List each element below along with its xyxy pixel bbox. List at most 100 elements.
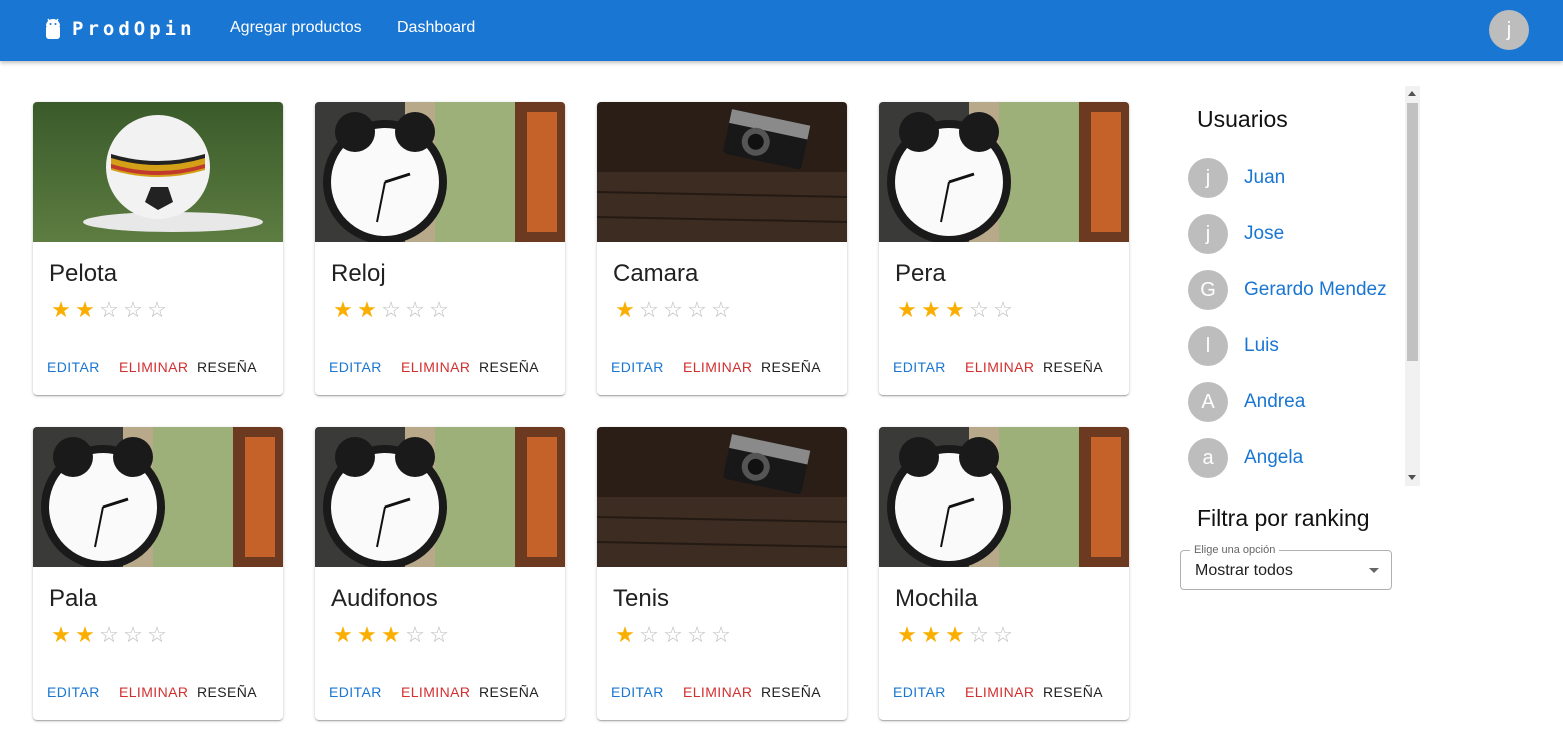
user-name-link[interactable]: Andrea <box>1244 391 1305 413</box>
edit-button[interactable]: EDITAR <box>329 684 401 700</box>
star-empty-icon[interactable]: ☆ <box>991 623 1015 647</box>
card-actions: EDITAR ELIMINAR RESEÑA <box>47 684 257 700</box>
ranking-select[interactable]: Elige una opción Mostrar todos <box>1180 544 1392 590</box>
edit-button[interactable]: EDITAR <box>611 359 683 375</box>
user-list-item[interactable]: A Andrea <box>1188 382 1305 422</box>
star-empty-icon[interactable]: ☆ <box>637 623 661 647</box>
user-avatar[interactable]: j <box>1489 10 1529 50</box>
review-button[interactable]: RESEÑA <box>761 359 821 375</box>
delete-button[interactable]: ELIMINAR <box>683 359 761 375</box>
scroll-up-icon[interactable] <box>1408 91 1416 96</box>
star-empty-icon[interactable]: ☆ <box>403 623 427 647</box>
edit-button[interactable]: EDITAR <box>611 684 683 700</box>
star-filled-icon[interactable]: ★ <box>895 623 919 647</box>
edit-button[interactable]: EDITAR <box>893 684 965 700</box>
star-filled-icon[interactable]: ★ <box>73 623 97 647</box>
star-empty-icon[interactable]: ☆ <box>967 623 991 647</box>
product-rating[interactable]: ★ ★ ☆ ☆ ☆ <box>331 298 451 322</box>
delete-button[interactable]: ELIMINAR <box>965 359 1043 375</box>
product-card: Pelota ★ ★ ☆ ☆ ☆ EDITAR ELIMINAR RESEÑA <box>33 102 283 395</box>
nav-add-products[interactable]: Agregar productos <box>230 19 362 37</box>
star-empty-icon[interactable]: ☆ <box>403 298 427 322</box>
review-button[interactable]: RESEÑA <box>1043 684 1103 700</box>
review-button[interactable]: RESEÑA <box>197 684 257 700</box>
brand[interactable]: ProdOpin <box>44 17 196 41</box>
star-filled-icon[interactable]: ★ <box>355 298 379 322</box>
user-name-link[interactable]: Gerardo Mendez <box>1244 279 1387 301</box>
star-filled-icon[interactable]: ★ <box>943 623 967 647</box>
product-rating[interactable]: ★ ☆ ☆ ☆ ☆ <box>613 298 733 322</box>
star-filled-icon[interactable]: ★ <box>613 623 637 647</box>
user-name-link[interactable]: Angela <box>1244 447 1303 469</box>
product-rating[interactable]: ★ ☆ ☆ ☆ ☆ <box>613 623 733 647</box>
product-rating[interactable]: ★ ★ ★ ☆ ☆ <box>895 623 1015 647</box>
camera-photo <box>597 102 847 242</box>
review-button[interactable]: RESEÑA <box>197 359 257 375</box>
edit-button[interactable]: EDITAR <box>329 359 401 375</box>
review-button[interactable]: RESEÑA <box>1043 359 1103 375</box>
star-empty-icon[interactable]: ☆ <box>661 623 685 647</box>
scroll-thumb[interactable] <box>1407 103 1418 361</box>
delete-button[interactable]: ELIMINAR <box>119 684 197 700</box>
user-name-link[interactable]: Luis <box>1244 335 1279 357</box>
scroll-down-icon[interactable] <box>1408 475 1416 480</box>
edit-button[interactable]: EDITAR <box>47 359 119 375</box>
star-empty-icon[interactable]: ☆ <box>121 298 145 322</box>
review-button[interactable]: RESEÑA <box>479 684 539 700</box>
delete-button[interactable]: ELIMINAR <box>965 684 1043 700</box>
product-rating[interactable]: ★ ★ ☆ ☆ ☆ <box>49 298 169 322</box>
product-rating[interactable]: ★ ★ ☆ ☆ ☆ <box>49 623 169 647</box>
star-filled-icon[interactable]: ★ <box>919 298 943 322</box>
star-empty-icon[interactable]: ☆ <box>427 298 451 322</box>
star-empty-icon[interactable]: ☆ <box>97 298 121 322</box>
star-empty-icon[interactable]: ☆ <box>427 623 451 647</box>
user-list-item[interactable]: j Juan <box>1188 158 1285 198</box>
star-empty-icon[interactable]: ☆ <box>661 298 685 322</box>
delete-button[interactable]: ELIMINAR <box>401 359 479 375</box>
star-empty-icon[interactable]: ☆ <box>967 298 991 322</box>
star-filled-icon[interactable]: ★ <box>895 298 919 322</box>
user-list-item[interactable]: l Luis <box>1188 326 1279 366</box>
product-card: Tenis ★ ☆ ☆ ☆ ☆ EDITAR ELIMINAR RESEÑA <box>597 427 847 720</box>
users-scrollbar[interactable] <box>1405 86 1420 486</box>
edit-button[interactable]: EDITAR <box>47 684 119 700</box>
star-empty-icon[interactable]: ☆ <box>637 298 661 322</box>
star-filled-icon[interactable]: ★ <box>943 298 967 322</box>
star-empty-icon[interactable]: ☆ <box>145 623 169 647</box>
star-filled-icon[interactable]: ★ <box>331 623 355 647</box>
star-filled-icon[interactable]: ★ <box>49 623 73 647</box>
product-title: Pala <box>49 585 98 612</box>
user-list-item[interactable]: a Angela <box>1188 438 1303 478</box>
delete-button[interactable]: ELIMINAR <box>119 359 197 375</box>
review-button[interactable]: RESEÑA <box>479 359 539 375</box>
star-empty-icon[interactable]: ☆ <box>145 298 169 322</box>
star-empty-icon[interactable]: ☆ <box>97 623 121 647</box>
product-title: Pelota <box>49 260 118 287</box>
star-filled-icon[interactable]: ★ <box>331 298 355 322</box>
star-empty-icon[interactable]: ☆ <box>709 623 733 647</box>
star-filled-icon[interactable]: ★ <box>73 298 97 322</box>
delete-button[interactable]: ELIMINAR <box>683 684 761 700</box>
review-button[interactable]: RESEÑA <box>761 684 821 700</box>
delete-button[interactable]: ELIMINAR <box>401 684 479 700</box>
star-empty-icon[interactable]: ☆ <box>685 298 709 322</box>
soccer-ball-photo <box>33 102 283 242</box>
star-filled-icon[interactable]: ★ <box>49 298 73 322</box>
user-name-link[interactable]: Jose <box>1244 223 1284 245</box>
product-rating[interactable]: ★ ★ ★ ☆ ☆ <box>331 623 451 647</box>
user-list-item[interactable]: j Jose <box>1188 214 1284 254</box>
star-filled-icon[interactable]: ★ <box>613 298 637 322</box>
star-filled-icon[interactable]: ★ <box>379 623 403 647</box>
nav-dashboard[interactable]: Dashboard <box>397 19 475 37</box>
star-empty-icon[interactable]: ☆ <box>709 298 733 322</box>
star-empty-icon[interactable]: ☆ <box>991 298 1015 322</box>
star-empty-icon[interactable]: ☆ <box>121 623 145 647</box>
star-empty-icon[interactable]: ☆ <box>379 298 403 322</box>
edit-button[interactable]: EDITAR <box>893 359 965 375</box>
star-filled-icon[interactable]: ★ <box>355 623 379 647</box>
user-list-item[interactable]: G Gerardo Mendez <box>1188 270 1387 310</box>
user-name-link[interactable]: Juan <box>1244 167 1285 189</box>
star-filled-icon[interactable]: ★ <box>919 623 943 647</box>
product-rating[interactable]: ★ ★ ★ ☆ ☆ <box>895 298 1015 322</box>
star-empty-icon[interactable]: ☆ <box>685 623 709 647</box>
